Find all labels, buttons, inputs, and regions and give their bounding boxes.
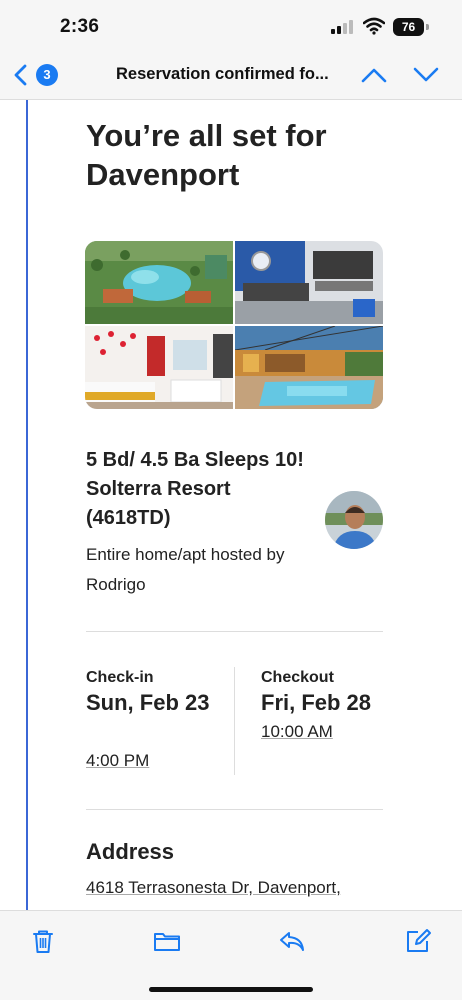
checkout-time[interactable]: 10:00 AM [261, 722, 333, 742]
kids-bedroom-photo[interactable] [85, 326, 233, 409]
listing-photo-gallery[interactable] [85, 241, 383, 409]
address-label: Address [86, 839, 175, 864]
listing-title[interactable]: 5 Bd/ 4.5 Ba Sleeps 10! Solterra Resort … [86, 446, 316, 533]
reply-icon[interactable] [278, 927, 306, 955]
host-avatar[interactable] [325, 491, 383, 549]
host-description: Entire home/apt hosted by Rodrigo [86, 545, 285, 594]
email-subject: Reservation confirmed fo... [116, 65, 329, 83]
resort-aerial-photo[interactable] [85, 241, 233, 324]
mail-nav-bar: 3 Reservation confirmed fo... [0, 50, 462, 100]
wifi-icon [363, 17, 385, 35]
trash-icon[interactable] [29, 927, 57, 955]
checkout-date: Fri, Feb 28 [261, 690, 372, 715]
status-bar: 2:36 76 [0, 0, 462, 50]
column-divider [234, 667, 235, 775]
email-headline: You’re all set for Davenport [86, 118, 327, 192]
checkout-label: Checkout [261, 669, 334, 686]
chevron-down-icon[interactable] [413, 66, 439, 84]
checkin-time[interactable]: 4:00 PM [86, 751, 149, 771]
checkin-label: Check-in [86, 669, 154, 686]
pool-enclosure-photo[interactable] [235, 326, 383, 409]
compose-icon[interactable] [404, 927, 432, 955]
status-time: 2:36 [60, 16, 100, 37]
home-indicator[interactable] [149, 987, 313, 992]
mail-toolbar [0, 910, 462, 1000]
quote-bar [26, 100, 28, 910]
checkin-date: Sun, Feb 23 [86, 690, 210, 715]
unread-count-badge[interactable]: 3 [36, 64, 58, 86]
signal-icon [331, 20, 353, 34]
battery-level: 76 [393, 18, 424, 36]
email-body: You’re all set for Davenport 5 Bd/ 4.5 B… [0, 100, 462, 910]
chevron-left-icon[interactable] [12, 63, 30, 87]
chevron-up-icon[interactable] [361, 66, 387, 84]
folder-icon[interactable] [153, 927, 181, 955]
address-link[interactable]: 4618 Terrasonesta Dr, Davenport, [86, 878, 341, 898]
living-room-photo[interactable] [235, 241, 383, 324]
divider [86, 809, 383, 810]
battery-cap [426, 24, 429, 30]
divider [86, 631, 383, 632]
battery-icon: 76 [393, 18, 429, 36]
